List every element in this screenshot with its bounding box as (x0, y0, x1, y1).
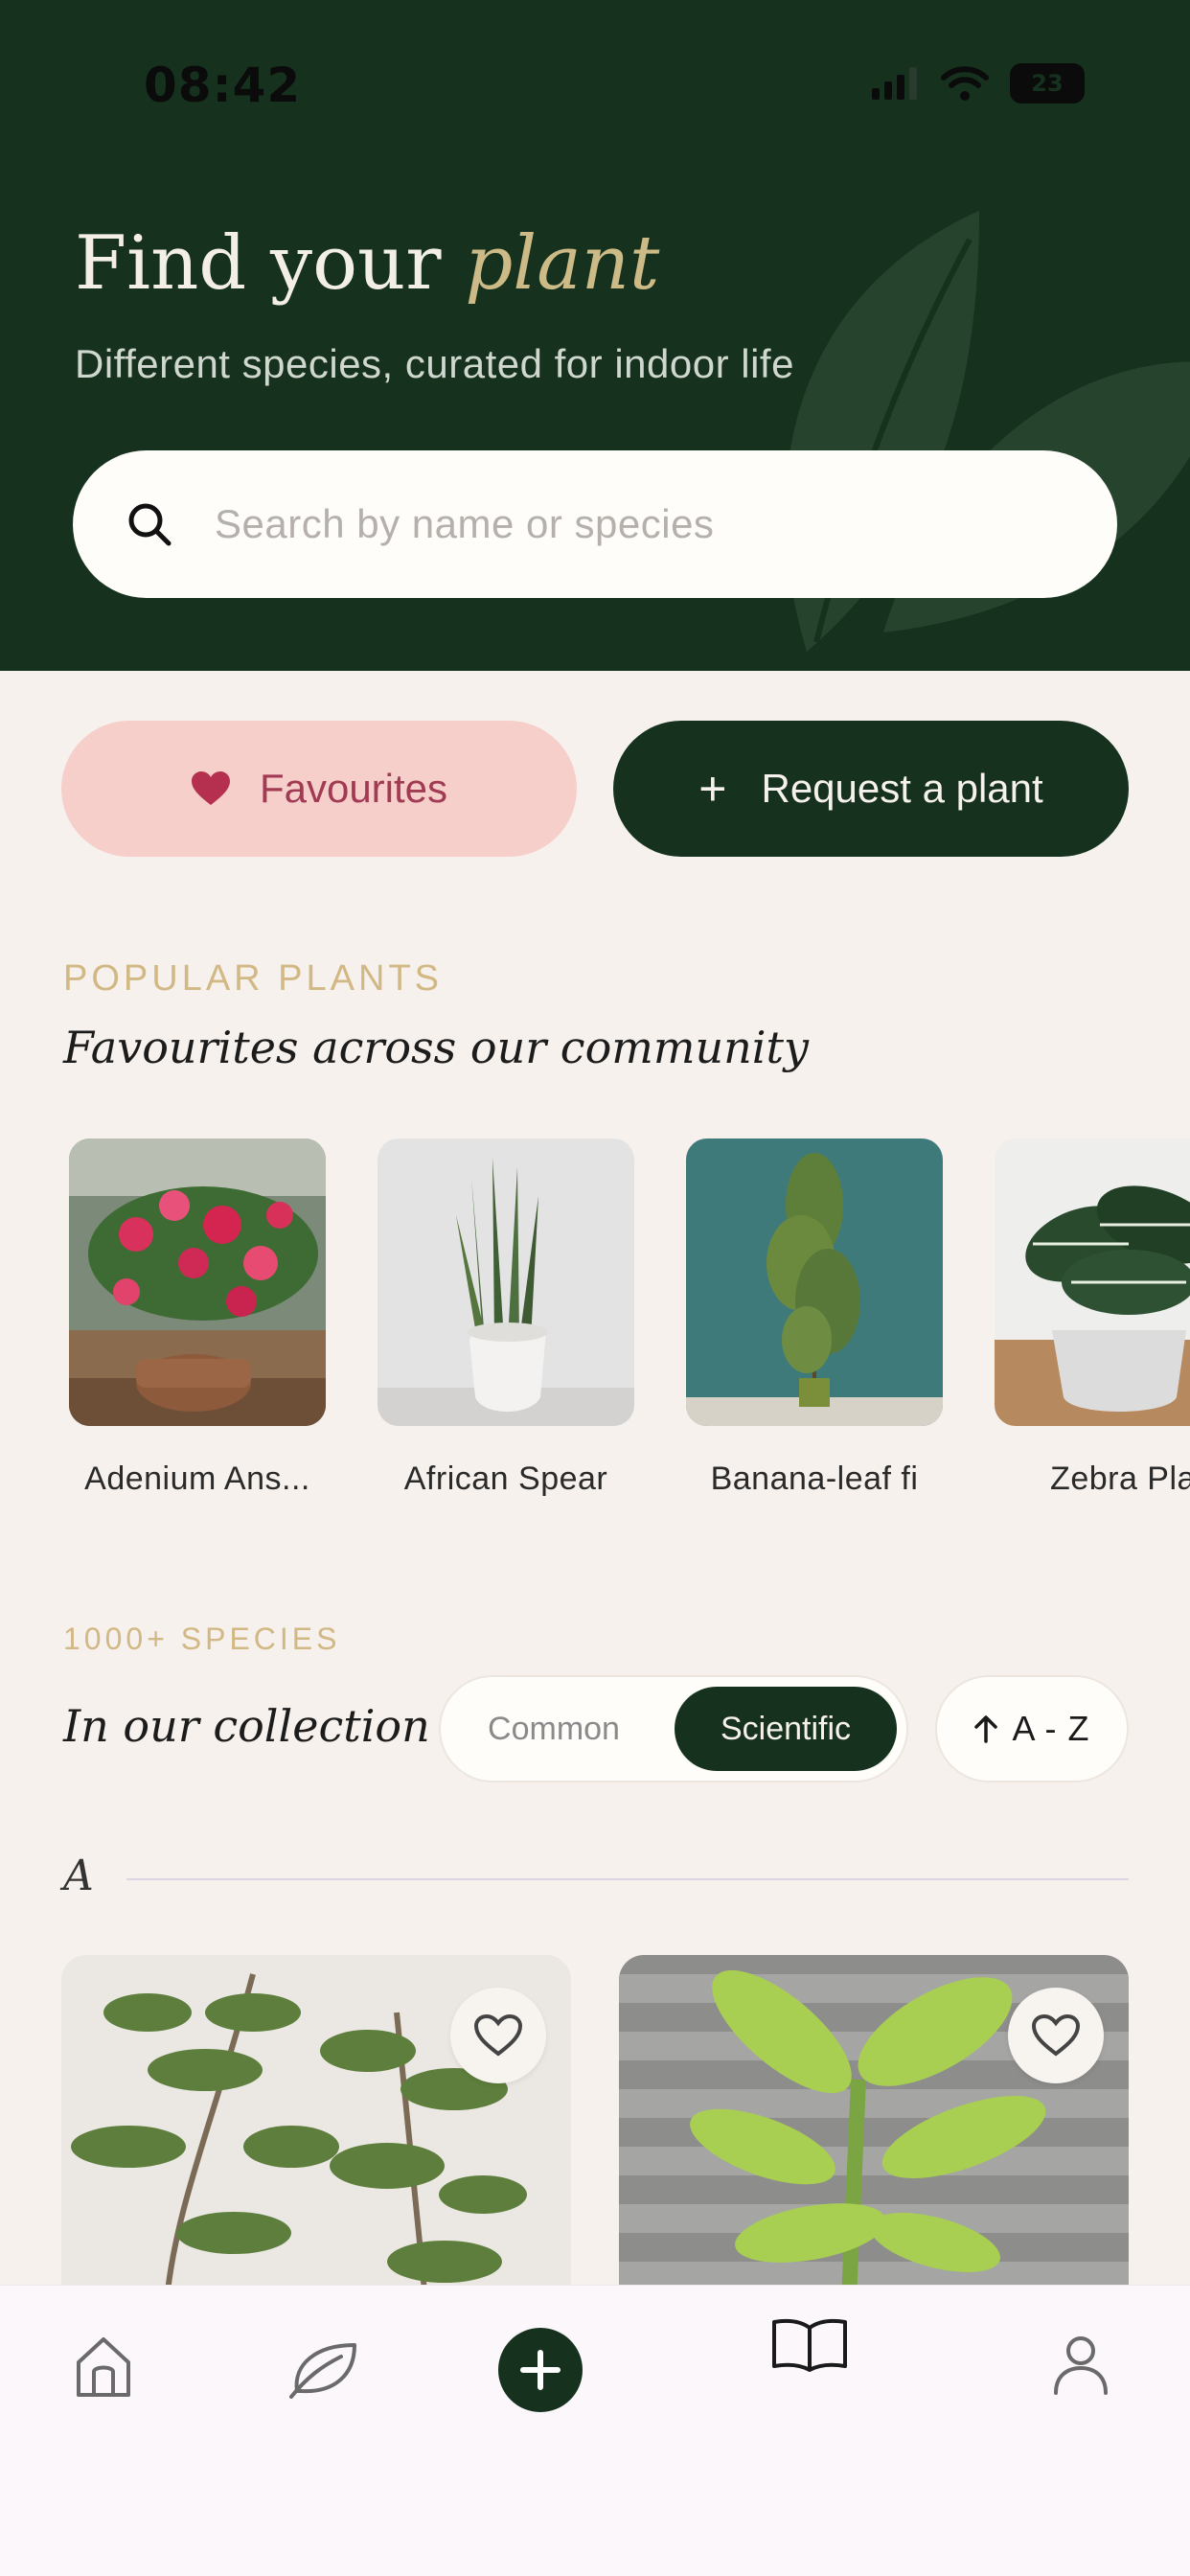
status-icons: 23 (872, 63, 1085, 104)
section-divider (126, 1878, 1129, 1880)
battery-icon: 23 (1010, 63, 1085, 104)
tab-profile[interactable] (1052, 2334, 1110, 2397)
search-bar[interactable] (73, 450, 1117, 598)
hero-header: 08:42 23 Find your plant Different speci… (0, 0, 1190, 671)
heart-outline-icon (1031, 2013, 1081, 2057)
plant-grid-card[interactable] (619, 1955, 1129, 2300)
favourites-button[interactable]: Favourites (61, 721, 577, 857)
request-plant-button[interactable]: + Request a plant (613, 721, 1129, 857)
favourites-label: Favourites (259, 766, 448, 811)
name-type-toggle[interactable]: Common Scientific (439, 1675, 908, 1782)
toggle-scientific[interactable]: Scientific (675, 1687, 897, 1771)
plant-name: Zebra Pla (1050, 1460, 1190, 1497)
popular-eyebrow: POPULAR PLANTS (63, 958, 443, 999)
tab-add-button[interactable] (498, 2328, 583, 2412)
status-bar: 08:42 23 (0, 0, 1190, 172)
collection-title: In our collection (63, 1700, 430, 1752)
tab-home[interactable] (73, 2334, 134, 2401)
favourite-toggle-button[interactable] (450, 1988, 546, 2083)
search-icon (128, 503, 172, 546)
popular-plants-carousel[interactable]: Adenium Ans... African Spear Banana-leaf… (69, 1138, 1190, 1512)
popular-plant-card[interactable]: Adenium Ans... (69, 1138, 326, 1498)
page-title: Find your plant (75, 220, 659, 307)
heart-outline-icon (473, 2013, 523, 2057)
toggle-common[interactable]: Common (454, 1687, 653, 1771)
page-title-accent: plant (465, 220, 660, 307)
plant-name: African Spear (403, 1460, 608, 1497)
status-time: 08:42 (144, 58, 302, 113)
home-icon (77, 2337, 130, 2397)
plant-image (995, 1138, 1190, 1426)
page-title-main: Find your (75, 220, 442, 307)
profile-icon (1054, 2336, 1108, 2395)
popular-plant-card[interactable]: African Spear (378, 1138, 634, 1498)
popular-plant-card[interactable]: Banana-leaf fi (686, 1138, 943, 1498)
page-subtitle: Different species, curated for indoor li… (75, 341, 794, 386)
tab-library[interactable] (770, 2314, 849, 2374)
sort-button[interactable]: A - Z (935, 1675, 1129, 1782)
add-icon (520, 2350, 561, 2390)
heart-icon (191, 771, 230, 805)
book-icon (772, 2318, 847, 2372)
bottom-tab-bar (0, 2285, 1190, 2576)
popular-title: Favourites across our community (63, 1022, 809, 1073)
tab-plants[interactable] (287, 2339, 360, 2399)
plant-grid-card[interactable] (61, 1955, 571, 2300)
arrow-up-icon (974, 1715, 998, 1743)
wifi-icon (941, 66, 989, 101)
collection-eyebrow: 1000+ SPECIES (63, 1622, 341, 1656)
plus-icon: + (698, 762, 727, 816)
favourite-toggle-button[interactable] (1008, 1988, 1104, 2083)
battery-level: 23 (1031, 70, 1064, 97)
leaf-icon (289, 2343, 356, 2399)
popular-plant-card[interactable]: Zebra Pla (995, 1138, 1190, 1498)
sort-label: A - Z (1012, 1709, 1090, 1748)
plant-name: Adenium Ans... (84, 1460, 310, 1497)
alphabet-section-letter: A (63, 1852, 94, 1900)
request-plant-label: Request a plant (761, 766, 1043, 811)
search-input[interactable] (215, 501, 1000, 547)
plant-image (686, 1138, 943, 1426)
plant-image (69, 1138, 326, 1426)
plant-name: Banana-leaf fi (710, 1460, 919, 1497)
cellular-signal-icon (872, 67, 917, 100)
plant-image (378, 1138, 634, 1426)
